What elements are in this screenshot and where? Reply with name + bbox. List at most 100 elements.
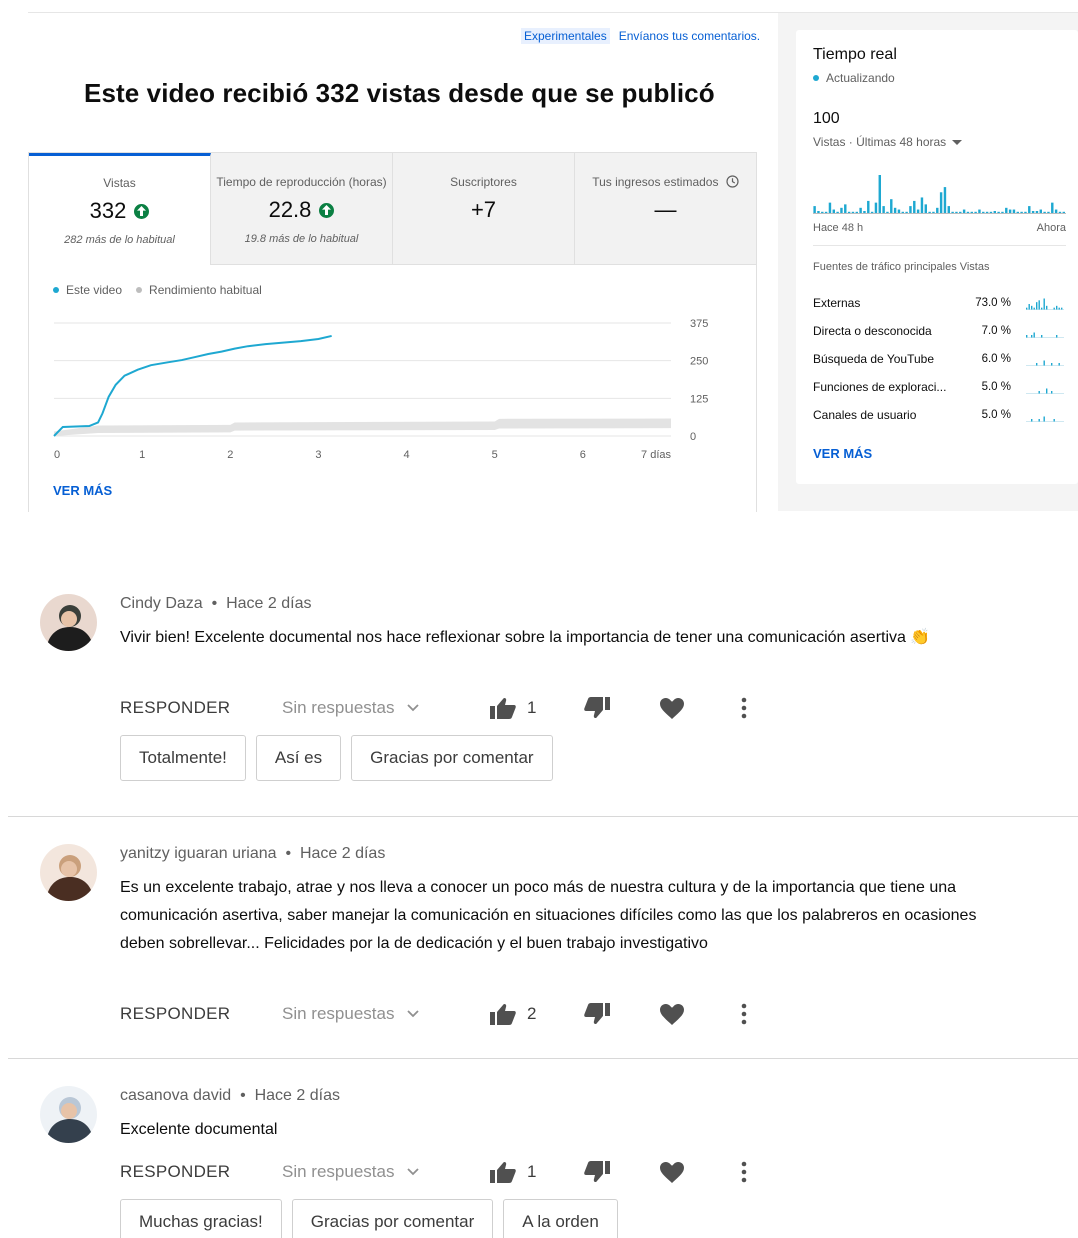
realtime-bar	[867, 200, 870, 213]
avatar[interactable]	[40, 594, 97, 651]
dislike-icon[interactable]	[584, 1161, 610, 1188]
source-name: Búsqueda de YouTube	[813, 352, 935, 366]
spark-bar	[1026, 335, 1028, 338]
realtime-bar	[1051, 202, 1054, 213]
realtime-bar	[840, 207, 843, 213]
realtime-bar	[1035, 211, 1039, 213]
spark-bar	[1031, 335, 1033, 338]
spark-bar	[1043, 416, 1045, 422]
realtime-bar	[836, 211, 839, 213]
replies-dropdown[interactable]: Sin respuestas	[282, 1004, 420, 1024]
like-icon[interactable]	[490, 1161, 516, 1188]
more-options-icon[interactable]	[741, 1003, 747, 1030]
like-icon[interactable]	[490, 697, 516, 724]
avatar[interactable]	[40, 1086, 97, 1143]
more-options-icon[interactable]	[741, 1161, 747, 1188]
replies-label: Sin respuestas	[282, 1162, 395, 1181]
source-percent: 6.0 %	[981, 353, 1011, 365]
y-tick-label: 375	[690, 318, 708, 330]
spark-bar	[1026, 307, 1028, 310]
replies-label: Sin respuestas	[282, 1004, 395, 1023]
comment-time[interactable]: Hace 2 días	[300, 845, 385, 862]
arrow-up-icon	[319, 202, 335, 218]
comment-time[interactable]: Hace 2 días	[226, 595, 311, 612]
reply-button[interactable]: RESPONDER	[120, 698, 230, 718]
replies-label: Sin respuestas	[282, 698, 395, 717]
realtime-bar	[897, 209, 901, 213]
metric-value: —	[654, 197, 677, 222]
tab-vistas[interactable]: Vistas 332 282 más de lo habitual	[29, 153, 211, 265]
dislike-icon[interactable]	[584, 697, 610, 724]
comment-time[interactable]: Hace 2 días	[255, 1087, 340, 1104]
comment-author[interactable]: yanitzy iguaran uriana	[120, 845, 277, 862]
legend-typical: Rendimiento habitual	[136, 283, 262, 297]
heart-icon[interactable]	[660, 698, 684, 724]
tab-subtext: 19.8 más de lo habitual	[244, 233, 359, 245]
chart-legend: Este video Rendimiento habitual	[53, 283, 262, 297]
separator-dot: •	[231, 1087, 255, 1104]
views-chart: 0 125 250 375 0 1 2 3 4 5 6 7 días	[53, 318, 708, 461]
realtime-bar	[1016, 211, 1019, 213]
suggested-reply-chip[interactable]: A la orden	[503, 1199, 618, 1238]
realtime-count: 100	[813, 110, 840, 127]
tab-subtext: 282 más de lo habitual	[64, 234, 175, 246]
replies-dropdown[interactable]: Sin respuestas	[282, 698, 420, 718]
tab-ingresos[interactable]: Tus ingresos estimados —	[575, 153, 756, 265]
reply-button[interactable]: RESPONDER	[120, 1162, 230, 1182]
spark-bar	[1051, 391, 1053, 394]
realtime-bar	[970, 211, 973, 213]
spark-bar	[1043, 298, 1045, 310]
realtime-bar	[978, 209, 981, 213]
dislike-icon[interactable]	[584, 1003, 610, 1030]
tab-suscriptores[interactable]: Suscriptores +7	[393, 153, 575, 265]
spark-bar	[1056, 305, 1058, 310]
experimental-badge[interactable]: Experimentales	[521, 28, 610, 44]
realtime-bar	[901, 211, 904, 213]
source-sparkline	[1026, 360, 1064, 366]
tab-value: 22.8	[211, 197, 392, 223]
suggested-reply-chip[interactable]: Muchas gracias!	[120, 1199, 282, 1238]
feedback-link[interactable]: Envíanos tus comentarios.	[619, 29, 760, 43]
realtime-bar	[932, 211, 935, 213]
realtime-bar	[859, 207, 862, 213]
suggested-reply-chip[interactable]: Gracias por comentar	[291, 1199, 494, 1238]
suggested-reply-chip[interactable]: Totalmente!	[120, 735, 246, 781]
realtime-bar	[997, 211, 1000, 213]
realtime-card: Tiempo real Actualizando 100 Vistas · Úl…	[796, 30, 1078, 484]
spark-bar	[1031, 305, 1033, 310]
realtime-bar	[1028, 206, 1031, 213]
avatar[interactable]	[40, 844, 97, 901]
replies-dropdown[interactable]: Sin respuestas	[282, 1162, 420, 1182]
ver-mas-link[interactable]: VER MÁS	[53, 483, 112, 498]
heart-icon[interactable]	[660, 1162, 684, 1188]
spark-bar	[1036, 302, 1038, 310]
realtime-bar	[916, 209, 920, 213]
period-dropdown[interactable]: Vistas · Últimas 48 horas	[813, 135, 964, 149]
realtime-ver-mas-link[interactable]: VER MÁS	[813, 446, 872, 461]
clock-icon	[726, 175, 739, 188]
traffic-source-row: Funciones de exploraci... 5.0 %	[813, 373, 1075, 401]
experimental-links: Experimentales Envíanos tus comentarios.	[521, 28, 760, 44]
comment-author[interactable]: Cindy Daza	[120, 595, 203, 612]
suggested-reply-chip[interactable]: Así es	[255, 735, 342, 781]
more-options-icon[interactable]	[741, 697, 747, 724]
tab-value: 332	[29, 198, 210, 224]
realtime-bar	[1054, 209, 1058, 213]
realtime-bar	[874, 202, 878, 213]
reply-button[interactable]: RESPONDER	[120, 1004, 230, 1024]
like-icon[interactable]	[490, 1003, 516, 1030]
realtime-bar	[959, 211, 962, 213]
source-name: Externas	[813, 296, 861, 310]
realtime-bar	[920, 197, 924, 213]
realtime-bar	[813, 206, 816, 213]
suggested-reply-chip[interactable]: Gracias por comentar	[351, 735, 553, 781]
spark-bar	[1028, 304, 1030, 310]
tab-tiempo-reproduccion[interactable]: Tiempo de reproducción (horas) 22.8 19.8…	[211, 153, 393, 265]
comment-author[interactable]: casanova david	[120, 1087, 231, 1104]
heart-icon[interactable]	[660, 1004, 684, 1030]
metric-value: 332	[89, 198, 127, 223]
tab-label: Vistas	[103, 176, 136, 190]
source-percent: 5.0 %	[981, 409, 1011, 421]
realtime-bar	[928, 211, 931, 213]
spark-bar	[1041, 307, 1043, 310]
